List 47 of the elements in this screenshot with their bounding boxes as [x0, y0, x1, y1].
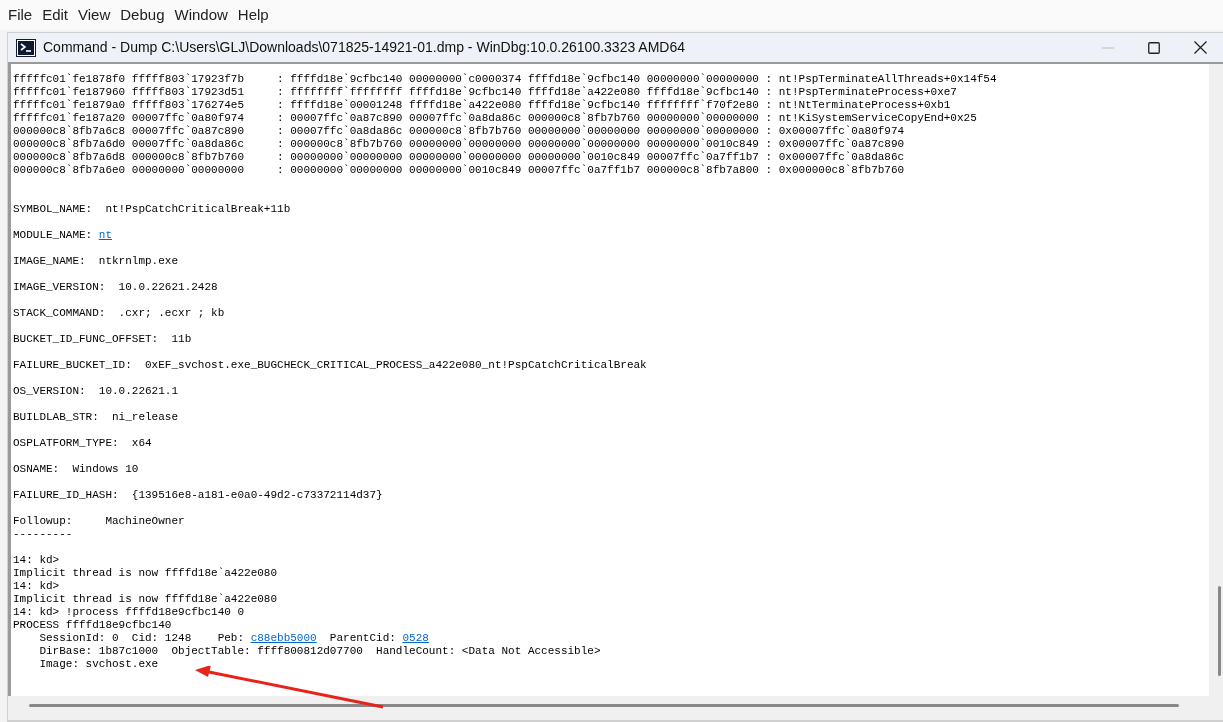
output-line: FAILURE_ID_HASH: {139516e8-a181-e0a0-49d2-c73372114d37} [13, 489, 383, 501]
stack-frame-line: fffffc01`fe1878f0 fffff803`17923f7b : ffffd18e`9cfbc140 00000000`c0000374 ffffd18e`9cfbc140 00000000`00000000 : nt!PspTerminateAllThreads+0x14f54 [13, 73, 997, 85]
output-line: OSPLATFORM_TYPE: x64 [13, 437, 152, 449]
stack-frame-line: 000000c8`8fb7a6e0 00000000`00000000 : 00000000`00000000 00000000`0010c849 00007ffc`0a7ff1b7 000000c8`8fb7a800 : 0x000000c8`8fb7b760 [13, 164, 905, 176]
output-line: Followup: MachineOwner [13, 515, 185, 527]
terminal-icon [16, 38, 36, 57]
output-line: PROCESS ffffd18e9cfbc140 [13, 619, 172, 631]
menu-item[interactable]: Window [172, 3, 230, 27]
output-line: Image: svchost.exe [38, 658, 159, 670]
output-line: 14: kd> [13, 580, 60, 592]
output-line: Implicit thread is now ffffd18e`a422e080 [13, 567, 278, 579]
maximize-icon [1148, 41, 1160, 54]
output-line: --------- [13, 528, 73, 540]
stack-frame-line: 000000c8`8fb7a6d8 000000c8`8fb7b760 : 00000000`00000000 00000000`00000000 00000000`0010c849 00007ffc`0a7ff1b7 : 0x00007ffc`0a8da86c [13, 151, 905, 163]
output-link[interactable]: nt [98, 229, 113, 241]
output-text: ParentCid: [328, 632, 397, 644]
output-line: STACK_COMMAND: .cxr; .ecxr ; kb [13, 307, 225, 319]
output-line: BUILDLAB_STR: ni_release [13, 411, 179, 423]
output-link[interactable]: c88ebb5000 [250, 632, 317, 644]
output-line: 14: kd> !process ffffd18e9cfbc140 0 [13, 606, 245, 618]
stack-frame-line: 000000c8`8fb7a6d0 00007ffc`0a8da86c : 000000c8`8fb7b760 00000000`00000000 00000000`00000000 00000000`0010c849 : 0x00007ffc`0a87c890 [13, 138, 905, 150]
stack-frame-line: fffffc01`fe1879a0 fffff803`176274e5 : ffffd18e`00001248 ffffd18e`a422e080 ffffd18e`9cfbc140 ffffffff`f70f2e80 : nt!NtTerminateProcess+0xb1 [13, 99, 951, 111]
stack-frame-line: 000000c8`8fb7a6c8 00007ffc`0a87c890 : 00007ffc`0a8da86c 000000c8`8fb7b760 00000000`00000000 00000000`00000000 : 0x00007ffc`0a80f974 [13, 125, 905, 137]
horizontal-scrollbar-thumb[interactable] [29, 704, 1179, 707]
output-line: OSNAME: Windows 10 [13, 463, 139, 475]
output-text: MODULE_NAME: [13, 229, 94, 241]
output-line: 14: kd> [13, 554, 60, 566]
output-text: SessionId: 0 Cid: 1248 Peb: [38, 632, 246, 644]
output-line: DirBase: 1b87c1000 ObjectTable: ffff800812d07700 HandleCount: <Data Not Accessible> [38, 645, 601, 657]
menu-item[interactable]: Help [235, 3, 271, 27]
output-line: IMAGE_NAME: ntkrnlmp.exe [13, 255, 179, 267]
output-line: BUCKET_ID_FUNC_OFFSET: 11b [13, 333, 192, 345]
menu-item[interactable]: View [76, 3, 113, 27]
output-line: SYMBOL_NAME: nt!PspCatchCriticalBreak+11b [13, 203, 291, 215]
menu-item[interactable]: Debug [118, 3, 167, 27]
stack-frame-line: fffffc01`fe187960 fffff803`17923d51 : ffffffff`ffffffff ffffd18e`9cfbc140 ffffd18e`a422e080 ffffd18e`9cfbc140 : nt!PspTerminateProcess+0xe7 [13, 86, 957, 98]
stack-frame-line: fffffc01`fe187a20 00007ffc`0a80f974 : 00007ffc`0a87c890 00007ffc`0a8da86c 000000c8`8fb7b760 00000000`00000000 : nt!KiSystemServiceCopyEnd+0x25 [13, 112, 977, 124]
output-link[interactable]: 0528 [402, 632, 429, 644]
menu-item[interactable]: File [6, 3, 35, 27]
output-line: Implicit thread is now ffffd18e`a422e080 [13, 593, 278, 605]
window-title: Command - Dump C:\Users\GLJ\Downloads\071825-14921-01.dmp - WinDbg:10.0.26100.3323 AMD64 [43, 38, 685, 57]
output-line: OS_VERSION: 10.0.22621.1 [13, 385, 179, 397]
output-line: FAILURE_BUCKET_ID: 0xEF_svchost.exe_BUGCHECK_CRITICAL_PROCESS_a422e080_nt!PspCatchCriticalBreak [13, 359, 647, 371]
output-line: IMAGE_VERSION: 10.0.22621.2428 [13, 281, 218, 293]
menu-item[interactable]: Edit [40, 3, 71, 27]
vertical-scrollbar-thumb[interactable] [1218, 586, 1221, 676]
close-icon [1193, 41, 1207, 54]
